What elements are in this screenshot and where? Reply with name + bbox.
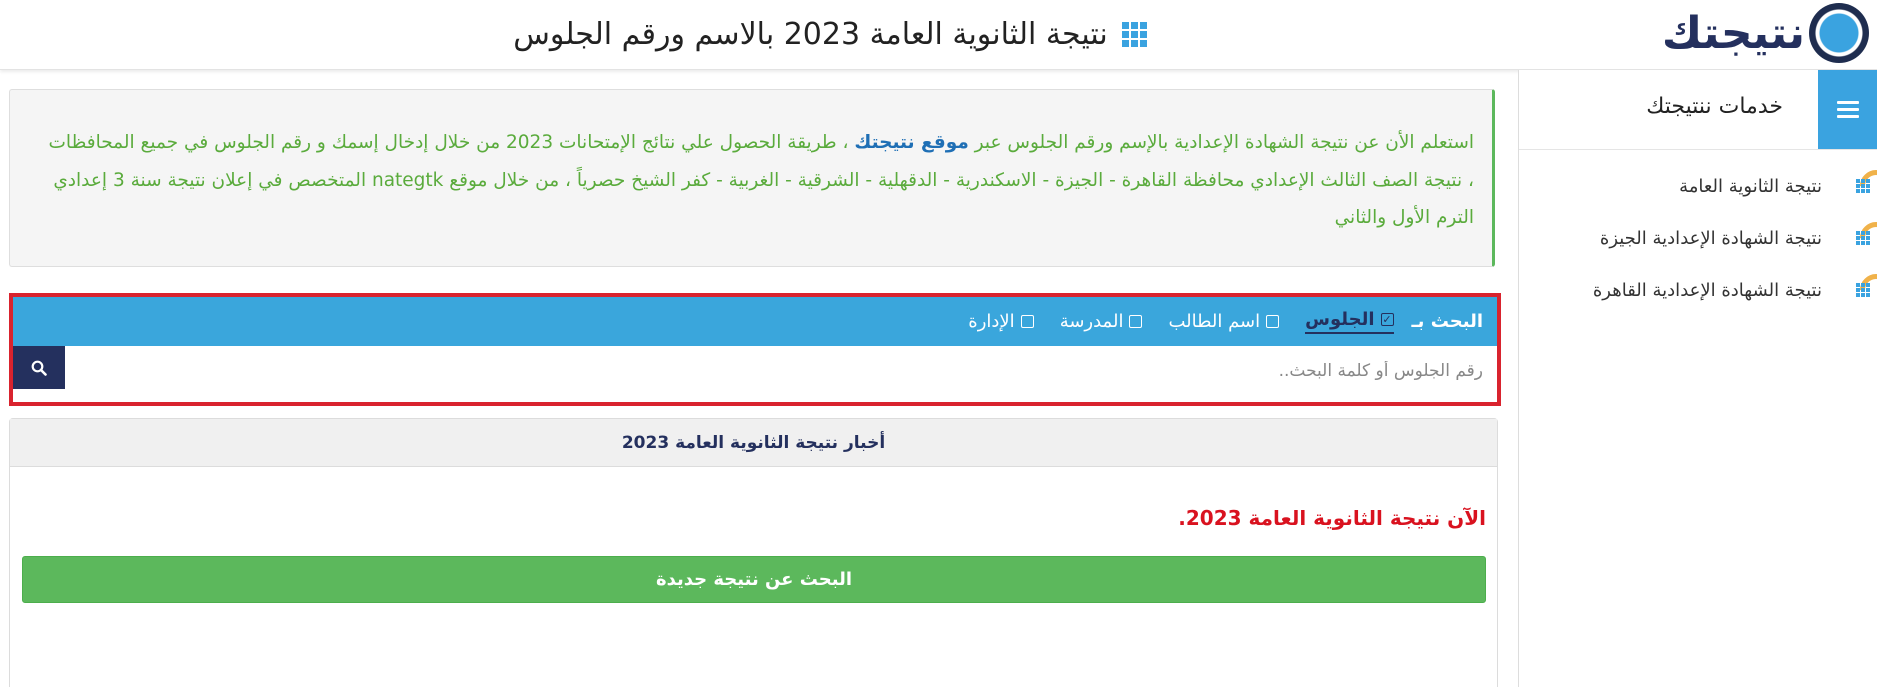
hamburger-icon [1837, 97, 1859, 122]
page-title-wrap: نتيجة الثانوية العامة 2023 بالاسم ورقم ا… [480, 12, 1180, 56]
intro-text-part1: استعلم الأن عن نتيجة الشهادة الإعدادية ب… [968, 132, 1474, 153]
search-section: البحث بـ ✓ الجلوس اسم الطالب المدرسة الإ… [9, 293, 1501, 406]
sidebar: خدمات ننتيجتك نتيجة الثانوية العامة نتيج… [1518, 70, 1877, 687]
search-option-administration[interactable]: الإدارة [968, 311, 1034, 332]
logo-circle-icon [1809, 3, 1869, 63]
sidebar-item-label: نتيجة الشهادة الإعدادية القاهرة [1592, 279, 1822, 301]
search-option-label: الإدارة [968, 311, 1015, 332]
checkbox-icon[interactable] [1266, 315, 1280, 328]
site-name-link[interactable]: موقع نتيجتك [854, 132, 968, 153]
grid-icon [1856, 179, 1870, 193]
news-headline[interactable]: الآن نتيجة الثانوية العامة 2023. [1178, 506, 1486, 530]
sidebar-item-giza-prep[interactable]: نتيجة الشهادة الإعدادية الجيزة [1519, 212, 1877, 264]
checkbox-icon[interactable] [1129, 315, 1143, 328]
sidebar-item-secondary-result[interactable]: نتيجة الثانوية العامة [1519, 160, 1877, 212]
sidebar-header: خدمات ننتيجتك [1519, 70, 1877, 150]
page-title: نتيجة الثانوية العامة 2023 بالاسم ورقم ا… [513, 16, 1108, 52]
search-option-school[interactable]: المدرسة [1060, 311, 1143, 332]
checkbox-checked-icon[interactable]: ✓ [1380, 313, 1394, 326]
top-header: نتيجتك نتيجة الثانوية العامة 2023 بالاسم… [0, 0, 1877, 70]
search-by-label: البحث بـ [1411, 311, 1483, 332]
intro-text: استعلم الأن عن نتيجة الشهادة الإعدادية ب… [40, 124, 1474, 237]
search-option-label: الجلوس [1305, 309, 1375, 330]
search-button[interactable] [13, 346, 65, 389]
search-options-bar: البحث بـ ✓ الجلوس اسم الطالب المدرسة الإ… [13, 297, 1497, 346]
checkbox-icon[interactable] [1020, 315, 1034, 328]
sidebar-title: خدمات ننتيجتك [1646, 94, 1783, 119]
site-logo[interactable]: نتيجتك [1662, 2, 1869, 68]
sidebar-list: نتيجة الثانوية العامة نتيجة الشهادة الإع… [1519, 160, 1877, 316]
sidebar-item-label: نتيجة الشهادة الإعدادية الجيزة [1599, 227, 1822, 249]
search-option-label: اسم الطالب [1168, 311, 1261, 332]
search-option-student-name[interactable]: اسم الطالب [1168, 311, 1280, 332]
new-result-search-button[interactable]: البحث عن نتيجة جديدة [22, 556, 1486, 603]
sidebar-item-label: نتيجة الثانوية العامة [1679, 175, 1822, 197]
menu-toggle-button[interactable] [1818, 70, 1877, 149]
news-panel: أخبار نتيجة الثانوية العامة 2023 الآن نت… [9, 418, 1498, 687]
grid-icon [1856, 283, 1870, 297]
search-option-seat-number[interactable]: ✓ الجلوس [1305, 309, 1394, 334]
grid-icon [1121, 21, 1147, 47]
intro-box: استعلم الأن عن نتيجة الشهادة الإعدادية ب… [9, 89, 1495, 267]
news-heading: أخبار نتيجة الثانوية العامة 2023 [10, 419, 1497, 467]
search-icon [31, 360, 47, 376]
search-option-label: المدرسة [1059, 311, 1124, 332]
logo-text: نتيجتك [1661, 8, 1805, 59]
search-input[interactable] [65, 346, 1497, 396]
grid-icon [1856, 231, 1870, 245]
sidebar-item-cairo-prep[interactable]: نتيجة الشهادة الإعدادية القاهرة [1519, 264, 1877, 316]
